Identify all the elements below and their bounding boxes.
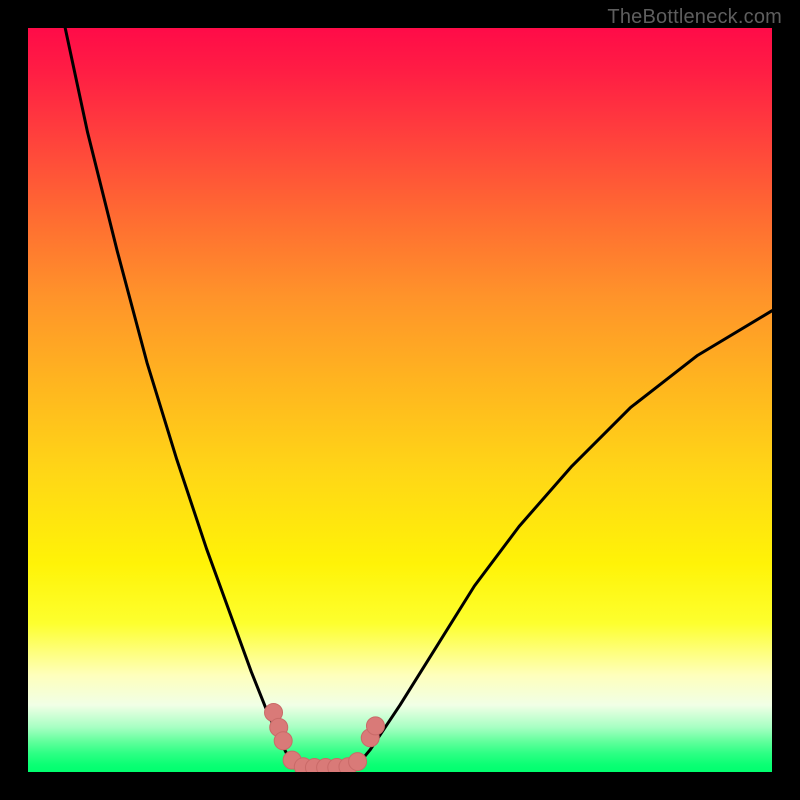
curve-marker: [274, 732, 292, 750]
chart-frame: TheBottleneck.com: [0, 0, 800, 800]
curve-marker: [349, 753, 367, 771]
watermark-text: TheBottleneck.com: [607, 6, 782, 29]
curve-layer: [28, 28, 772, 772]
plot-area: [28, 28, 772, 772]
bottleneck-curve: [65, 28, 772, 770]
bottleneck-line: [65, 28, 772, 770]
curve-markers: [265, 703, 385, 772]
curve-marker: [366, 717, 384, 735]
